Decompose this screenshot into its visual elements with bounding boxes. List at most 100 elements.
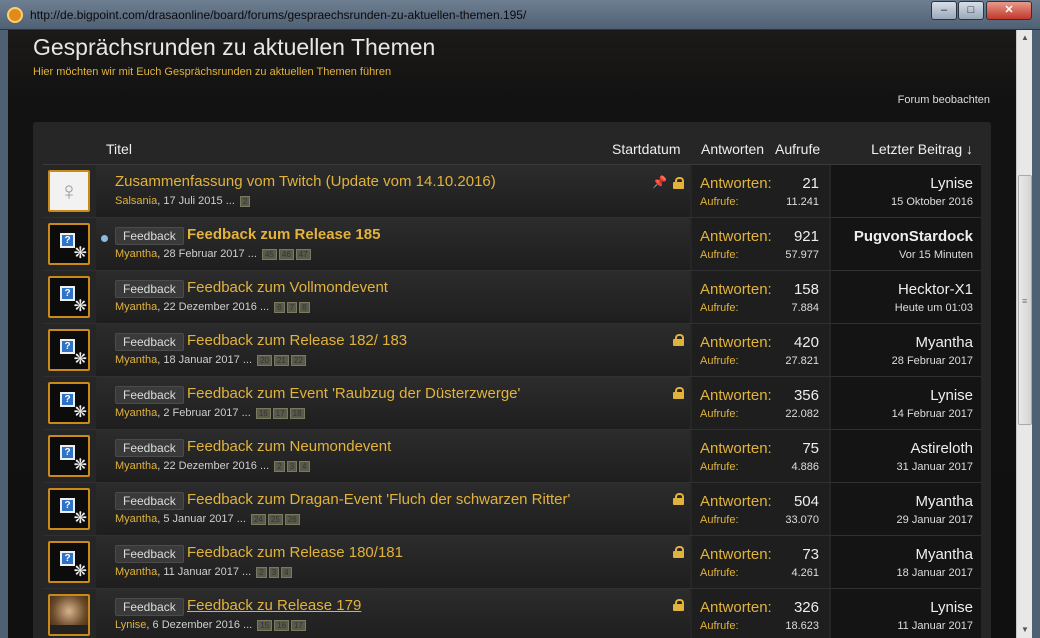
- last-post-date[interactable]: 15 Oktober 2016: [891, 196, 973, 208]
- page-link[interactable]: 3: [286, 460, 298, 472]
- col-startdate[interactable]: Startdatum: [612, 141, 680, 157]
- last-post-date[interactable]: 18 Januar 2017: [897, 567, 973, 579]
- thread-title-link[interactable]: Feedback zum Release 180/181: [187, 544, 403, 561]
- page-link[interactable]: 17: [291, 619, 306, 631]
- vertical-scrollbar[interactable]: ▲ ≡ ▼: [1016, 30, 1032, 638]
- replies-label[interactable]: Antworten:: [700, 440, 772, 457]
- last-post-date[interactable]: 31 Januar 2017: [897, 461, 973, 473]
- user-avatar[interactable]: [48, 594, 90, 636]
- page-link[interactable]: 45: [261, 248, 277, 260]
- thread-author-link[interactable]: Myantha: [115, 248, 157, 260]
- page-link[interactable]: 2: [256, 566, 267, 578]
- thread-author-link[interactable]: Salsania: [115, 195, 157, 207]
- page-link[interactable]: 3: [268, 566, 280, 578]
- thread-author-link[interactable]: Myantha: [115, 301, 157, 313]
- maximize-icon[interactable]: □: [958, 1, 984, 20]
- thread-author-link[interactable]: Lynise: [115, 619, 146, 631]
- page-link[interactable]: 47: [295, 248, 311, 260]
- user-avatar[interactable]: ? ❋: [48, 329, 90, 371]
- user-avatar[interactable]: ? ❋: [48, 488, 90, 530]
- replies-label[interactable]: Antworten:: [700, 599, 772, 616]
- page-link[interactable]: 17: [272, 407, 288, 419]
- watch-forum-link[interactable]: Forum beobachten: [898, 94, 990, 106]
- page-link[interactable]: 6: [274, 301, 285, 313]
- page-link[interactable]: 24: [250, 513, 266, 525]
- thread-prefix-badge[interactable]: Feedback: [115, 333, 184, 351]
- page-link[interactable]: 22: [290, 354, 306, 366]
- last-post-date[interactable]: 14 Februar 2017: [892, 408, 973, 420]
- thread-prefix-badge[interactable]: Feedback: [115, 227, 184, 245]
- col-last-post[interactable]: Letzter Beitrag ↓: [871, 141, 973, 157]
- page-link[interactable]: 2: [239, 195, 251, 207]
- last-post-user-link[interactable]: Hecktor-X1: [898, 281, 973, 298]
- page-link[interactable]: 26: [284, 513, 300, 525]
- page-link[interactable]: 15: [257, 619, 273, 631]
- col-title[interactable]: Titel: [106, 141, 132, 157]
- last-post-user-link[interactable]: Myantha: [915, 546, 973, 563]
- user-avatar[interactable]: ? ❋: [48, 435, 90, 477]
- thread-author-link[interactable]: Myantha: [115, 354, 157, 366]
- thread-title-link[interactable]: Feedback zum Dragan-Event 'Fluch der sch…: [187, 491, 570, 508]
- last-post-user-link[interactable]: Myantha: [915, 334, 973, 351]
- last-post-user-link[interactable]: Astireloth: [910, 440, 973, 457]
- minimize-icon[interactable]: –: [931, 1, 957, 20]
- page-link[interactable]: 25: [267, 513, 283, 525]
- page-link[interactable]: 7: [286, 301, 298, 313]
- page-link[interactable]: 4: [299, 460, 310, 472]
- thread-title-link[interactable]: Feedback zum Vollmondevent: [187, 279, 388, 296]
- page-link[interactable]: 4: [281, 566, 292, 578]
- replies-label[interactable]: Antworten:: [700, 546, 772, 563]
- last-post-user-link[interactable]: Lynise: [930, 599, 973, 616]
- last-post-user-link[interactable]: Lynise: [930, 175, 973, 192]
- user-avatar[interactable]: ? ❋: [48, 223, 90, 265]
- thread-author-link[interactable]: Myantha: [115, 407, 157, 419]
- thread-author-link[interactable]: Myantha: [115, 460, 157, 472]
- user-avatar[interactable]: ? ❋: [48, 276, 90, 318]
- scroll-down-icon[interactable]: ▼: [1017, 622, 1033, 638]
- thread-prefix-badge[interactable]: Feedback: [115, 386, 184, 404]
- page-link[interactable]: 16: [274, 619, 290, 631]
- thread-title-link[interactable]: Zusammenfassung vom Twitch (Update vom 1…: [115, 173, 496, 190]
- thread-prefix-badge[interactable]: Feedback: [115, 492, 184, 510]
- last-post-user-link[interactable]: PugvonStardock: [854, 228, 973, 245]
- replies-label[interactable]: Antworten:: [700, 228, 772, 245]
- replies-label[interactable]: Antworten:: [700, 493, 772, 510]
- last-post-date[interactable]: 11 Januar 2017: [897, 620, 973, 632]
- page-link[interactable]: 16: [255, 407, 271, 419]
- last-post-date[interactable]: 28 Februar 2017: [892, 355, 973, 367]
- replies-label[interactable]: Antworten:: [700, 175, 772, 192]
- page-link[interactable]: 46: [278, 248, 294, 260]
- thread-title-link[interactable]: Feedback zu Release 179: [187, 597, 361, 614]
- thread-title-link[interactable]: Feedback zum Release 182/ 183: [187, 332, 407, 349]
- page-link[interactable]: 21: [273, 354, 289, 366]
- address-url[interactable]: http://de.bigpoint.com/drasaonline/board…: [30, 8, 526, 22]
- thread-prefix-badge[interactable]: Feedback: [115, 280, 184, 298]
- thread-author-link[interactable]: Myantha: [115, 566, 157, 578]
- close-icon[interactable]: ✕: [986, 1, 1032, 20]
- replies-label[interactable]: Antworten:: [700, 334, 772, 351]
- page-link[interactable]: 2: [274, 460, 285, 472]
- thread-author-link[interactable]: Myantha: [115, 513, 157, 525]
- thread-prefix-badge[interactable]: Feedback: [115, 598, 184, 616]
- scrollbar-thumb[interactable]: ≡: [1018, 175, 1032, 425]
- thread-prefix-badge[interactable]: Feedback: [115, 545, 184, 563]
- page-link[interactable]: 20: [257, 354, 272, 366]
- thread-title-link[interactable]: Feedback zum Neumondevent: [187, 438, 391, 455]
- user-avatar[interactable]: ? ❋: [48, 541, 90, 583]
- last-post-date[interactable]: 29 Januar 2017: [897, 514, 973, 526]
- page-link[interactable]: 8: [299, 301, 310, 313]
- col-replies[interactable]: Antworten: [701, 141, 764, 157]
- last-post-user-link[interactable]: Lynise: [930, 387, 973, 404]
- last-post-user-link[interactable]: Myantha: [915, 493, 973, 510]
- thread-title-link[interactable]: Feedback zum Release 185: [187, 226, 380, 243]
- thread-prefix-badge[interactable]: Feedback: [115, 439, 184, 457]
- thread-title-link[interactable]: Feedback zum Event 'Raubzug der Düsterzw…: [187, 385, 520, 402]
- replies-label[interactable]: Antworten:: [700, 281, 772, 298]
- last-post-date[interactable]: Vor 15 Minuten: [899, 249, 973, 261]
- page-link[interactable]: 18: [289, 407, 305, 419]
- user-avatar[interactable]: ♀: [48, 170, 90, 212]
- replies-label[interactable]: Antworten:: [700, 387, 772, 404]
- col-views[interactable]: Aufrufe: [775, 141, 820, 157]
- last-post-date[interactable]: Heute um 01:03: [895, 302, 973, 314]
- user-avatar[interactable]: ? ❋: [48, 382, 90, 424]
